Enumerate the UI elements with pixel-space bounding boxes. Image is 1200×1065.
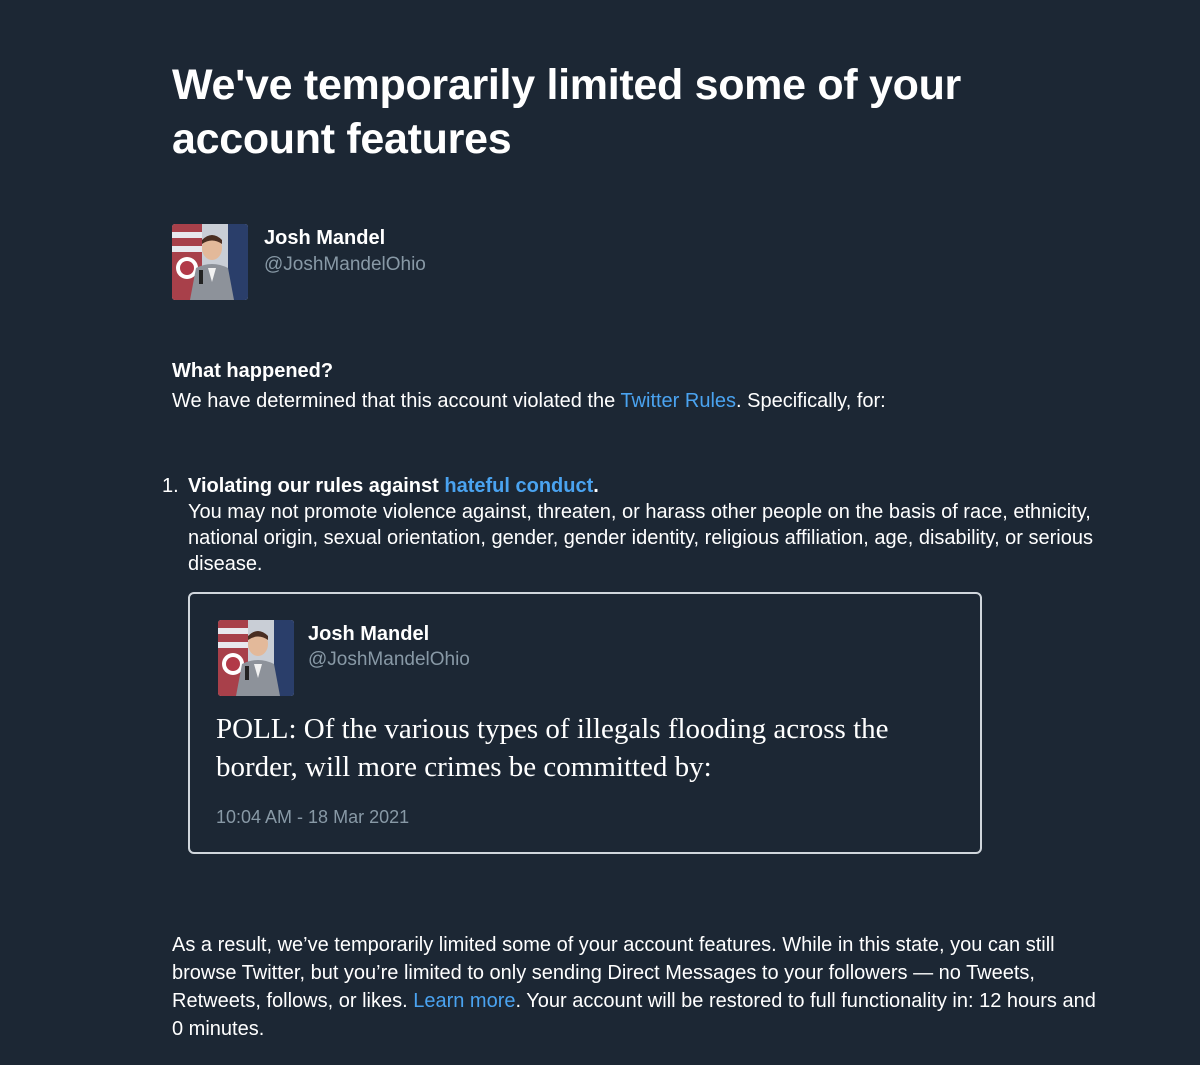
what-happened-text-before: We have determined that this account vio… (172, 390, 621, 412)
tweet-author-handle: @JoshMandelOhio (308, 649, 470, 670)
tweet-avatar (218, 620, 294, 696)
what-happened-text: We have determined that this account vio… (172, 388, 886, 414)
violation-number: 1. (162, 475, 179, 497)
account-handle: @JoshMandelOhio (264, 254, 426, 275)
violation-description: You may not promote violence against, th… (188, 501, 1093, 575)
tweet-timestamp: 10:04 AM - 18 Mar 2021 (216, 807, 410, 827)
avatar-photo-icon (172, 224, 248, 300)
twitter-rules-link[interactable]: Twitter Rules (620, 390, 736, 412)
tweet-author-name: Josh Mandel (308, 623, 430, 645)
tweet-text: POLL: Of the various types of illegals f… (216, 713, 889, 783)
hateful-conduct-link[interactable]: hateful conduct (444, 475, 593, 497)
tweet-card: Josh Mandel @JoshMandelOhio POLL: Of the… (188, 592, 982, 854)
avatar (172, 224, 248, 300)
result-text: As a result, we’ve temporarily limited s… (172, 931, 1112, 1043)
violation-title: Violating our rules against hateful cond… (188, 473, 599, 499)
avatar-photo-icon (218, 620, 294, 696)
notice-page: We've temporarily limited some of your a… (0, 0, 1200, 1065)
violation-title-before: Violating our rules against (188, 475, 445, 497)
what-happened-text-after: . Specifically, for: (736, 390, 886, 412)
what-happened-heading: What happened? (172, 360, 334, 382)
violation-title-after: . (593, 475, 599, 497)
account-name: Josh Mandel (264, 227, 386, 249)
learn-more-link[interactable]: Learn more (413, 990, 515, 1012)
page-title: We've temporarily limited some of your a… (172, 61, 961, 163)
